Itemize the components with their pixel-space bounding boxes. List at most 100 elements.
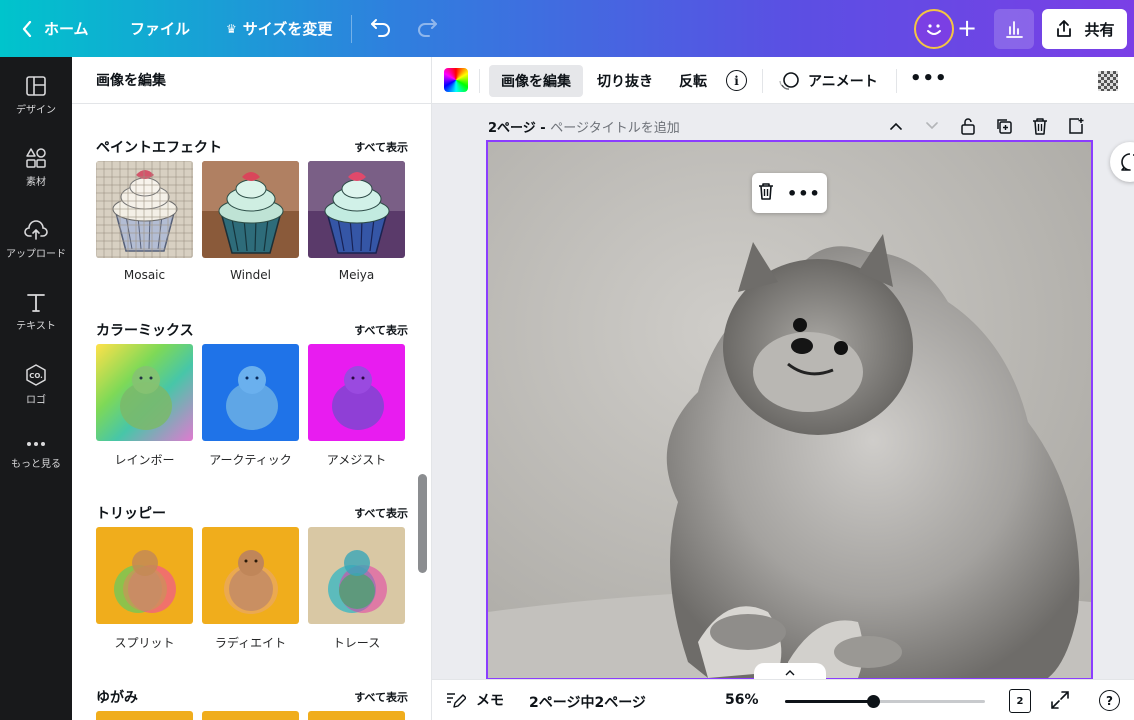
effect-rainbow[interactable]: レインボー xyxy=(96,344,193,468)
effect-thumbnail xyxy=(308,527,405,624)
transparency-button[interactable] xyxy=(1098,71,1118,91)
fullscreen-button[interactable] xyxy=(1050,690,1070,714)
nav-item-logo[interactable]: CO. ロゴ xyxy=(0,363,72,406)
see-all-link[interactable]: すべて表示 xyxy=(354,139,408,155)
zoom-slider-knob[interactable] xyxy=(867,695,880,708)
file-menu-button[interactable]: ファイル xyxy=(130,18,190,39)
section-paint-effects: ペイントエフェクト すべて表示 Mosaic Windel Meiya xyxy=(96,137,408,282)
logo-icon: CO. xyxy=(26,364,46,386)
trash-icon xyxy=(759,183,774,200)
nav-label: 素材 xyxy=(26,177,46,188)
add-page-icon xyxy=(1069,118,1084,134)
effect-split[interactable]: スプリット xyxy=(96,527,193,651)
page-title-row: 2ページ - ページタイトルを追加 xyxy=(488,117,680,136)
toolbar-divider xyxy=(896,69,897,93)
nav-item-uploads[interactable]: アップロード xyxy=(0,219,72,260)
effect-windel[interactable]: Windel xyxy=(202,161,299,282)
resize-label: サイズを変更 xyxy=(242,20,333,38)
effect-thumbnail xyxy=(202,527,299,624)
effect-thumbnail[interactable] xyxy=(96,711,193,720)
duplicate-page-button[interactable] xyxy=(993,115,1015,137)
svg-text:CO.: CO. xyxy=(29,372,43,380)
crop-button[interactable]: 切り抜き xyxy=(585,65,665,97)
effect-meiya[interactable]: Meiya xyxy=(308,161,405,282)
zoom-level[interactable]: 56% xyxy=(725,692,759,708)
zoom-slider-fill xyxy=(785,700,873,703)
more-options-button[interactable]: ••• xyxy=(910,65,947,97)
shapes-icon xyxy=(26,148,46,168)
chevron-down-icon xyxy=(926,122,938,130)
cloud-upload-icon xyxy=(24,220,48,240)
toolbar-divider xyxy=(762,69,763,93)
nav-item-design[interactable]: デザイン xyxy=(0,75,72,116)
page-count[interactable]: 2ページ中2ページ xyxy=(529,692,646,712)
delete-page-button[interactable] xyxy=(1029,115,1051,137)
chevron-up-icon xyxy=(785,669,795,675)
see-all-link[interactable]: すべて表示 xyxy=(354,505,408,521)
share-icon xyxy=(1057,20,1072,37)
text-icon xyxy=(27,294,45,312)
chevron-left-icon xyxy=(22,20,32,37)
panel-scrollbar[interactable] xyxy=(418,474,427,573)
see-all-link[interactable]: すべて表示 xyxy=(354,322,408,338)
animate-label: アニメート xyxy=(808,74,878,90)
effect-arctic[interactable]: アークティック xyxy=(202,344,299,468)
share-button[interactable]: 共有 xyxy=(1042,9,1127,49)
nav-item-more[interactable]: もっと見る xyxy=(0,437,72,470)
home-button[interactable]: ホーム xyxy=(22,18,89,39)
insights-button[interactable] xyxy=(994,9,1034,49)
add-comment-button[interactable] xyxy=(1110,142,1134,182)
see-all-link[interactable]: すべて表示 xyxy=(354,689,408,705)
effect-label: ラディエイト xyxy=(214,636,287,650)
effect-label: レインボー xyxy=(114,453,175,467)
redo-icon xyxy=(418,19,437,37)
lock-page-button[interactable] xyxy=(957,115,979,137)
canvas-area: 画像を編集 切り抜き 反転 i アニメート ••• 2ページ - ページタイトル… xyxy=(432,57,1134,720)
effect-thumbnail xyxy=(202,161,299,258)
flip-button[interactable]: 反転 xyxy=(667,65,719,97)
effect-thumbnail[interactable] xyxy=(308,711,405,720)
page-up-button[interactable] xyxy=(885,115,907,137)
info-icon[interactable]: i xyxy=(726,70,747,91)
topbar-divider xyxy=(351,15,352,43)
zoom-slider[interactable] xyxy=(785,695,985,708)
effect-amethyst[interactable]: アメジスト xyxy=(308,344,405,468)
more-element-options-button[interactable]: ••• xyxy=(787,184,821,203)
section-color-mix: カラーミックス すべて表示 レインボー アークティック アメジスト xyxy=(96,320,408,467)
effect-mosaic[interactable]: Mosaic xyxy=(96,161,193,282)
page-title-input[interactable]: ページタイトルを追加 xyxy=(550,121,679,136)
page-down-button[interactable] xyxy=(921,115,943,137)
smiley-icon xyxy=(927,24,941,35)
animate-button[interactable]: アニメート xyxy=(766,65,890,97)
redo-button[interactable] xyxy=(416,17,438,41)
undo-button[interactable] xyxy=(370,17,392,41)
edit-image-button[interactable]: 画像を編集 xyxy=(489,65,583,97)
effect-label: トレース xyxy=(332,636,381,650)
add-collaborator-button[interactable]: + xyxy=(955,13,979,45)
section-distort: ゆがみ すべて表示 xyxy=(96,687,408,720)
toolbar-divider xyxy=(479,69,480,93)
avatar[interactable] xyxy=(914,9,954,49)
bar-chart-icon xyxy=(1006,21,1023,38)
nav-item-elements[interactable]: 素材 xyxy=(0,147,72,188)
help-button[interactable]: ? xyxy=(1099,690,1120,711)
nav-item-text[interactable]: テキスト xyxy=(0,291,72,332)
resize-button[interactable]: ♛ サイズを変更 xyxy=(226,18,332,39)
effect-trace[interactable]: トレース xyxy=(308,527,405,651)
pages-grid-button[interactable]: 2 xyxy=(1009,689,1031,713)
add-page-button[interactable] xyxy=(1065,115,1087,137)
effect-thumbnail xyxy=(308,161,405,258)
undo-icon xyxy=(371,19,390,37)
delete-element-button[interactable] xyxy=(758,182,774,204)
nav-label: ロゴ xyxy=(26,395,46,406)
notes-button[interactable]: メモ xyxy=(446,690,504,710)
design-page[interactable] xyxy=(486,140,1093,680)
notes-label: メモ xyxy=(476,693,504,709)
effect-thumbnail[interactable] xyxy=(202,711,299,720)
effect-thumbnail xyxy=(202,344,299,441)
color-swatch-button[interactable] xyxy=(444,68,468,92)
effect-radiate[interactable]: ラディエイト xyxy=(202,527,299,651)
nav-label: アップロード xyxy=(6,249,66,260)
pomeranian-photo[interactable] xyxy=(488,142,1091,678)
trash-icon xyxy=(1033,118,1047,135)
